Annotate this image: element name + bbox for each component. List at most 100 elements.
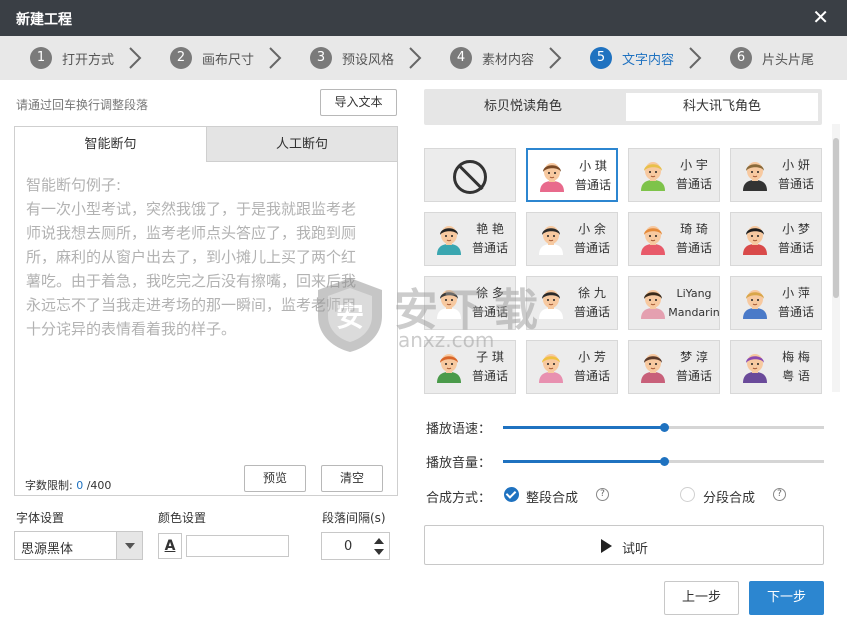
step-6[interactable]: 6 片头片尾 xyxy=(730,47,814,69)
import-text-button[interactable]: 导入文本 xyxy=(320,89,397,116)
voice-card[interactable]: 小 萍普通话 xyxy=(730,276,822,330)
voice-language-text: 普通话 xyxy=(777,305,814,319)
voice-language-text: 普通话 xyxy=(471,305,508,319)
voice-language-text: 普通话 xyxy=(573,369,610,383)
listen-button[interactable]: 试听 xyxy=(424,525,824,565)
step-number: 5 xyxy=(590,47,612,69)
voice-name: 徐 多普通话 xyxy=(465,284,515,322)
paragraph-spacing-stepper[interactable]: 0 xyxy=(321,532,390,560)
radio-whole-paragraph[interactable] xyxy=(504,487,519,502)
text-input-area[interactable]: 智能断句例子: 有一次小型考试，突然我饿了，于是我就跟监考老 师说我想去厕所，监… xyxy=(26,173,390,341)
step-4[interactable]: 4 素材内容 xyxy=(450,47,534,69)
voice-card[interactable]: 子 琪普通话 xyxy=(424,340,516,394)
step-label: 打开方式 xyxy=(62,52,115,68)
voice-name-text: 小 琪 xyxy=(579,159,607,173)
paragraph-hint: 请通过回车换行调整段落 xyxy=(16,98,149,112)
scrollbar-thumb[interactable] xyxy=(833,138,839,298)
voice-card[interactable]: 徐 九普通话 xyxy=(526,276,618,330)
voice-name: 艳 艳普通话 xyxy=(465,220,515,258)
voice-card[interactable]: 梦 淳普通话 xyxy=(628,340,720,394)
avatar-icon xyxy=(740,351,770,383)
help-icon[interactable]: ? xyxy=(773,488,786,501)
voice-card[interactable]: 小 妍普通话 xyxy=(730,148,822,202)
voice-name-text: 小 芳 xyxy=(578,350,606,364)
speed-slider-row: 播放语速： xyxy=(426,418,826,438)
volume-slider[interactable] xyxy=(503,457,824,466)
stepper-down-icon[interactable] xyxy=(374,549,384,555)
listen-label: 试听 xyxy=(622,542,649,557)
voice-card[interactable]: LiYang Mandarin xyxy=(628,276,720,330)
speed-slider-knob[interactable] xyxy=(660,423,669,432)
voice-name: 小 余普通话 xyxy=(567,220,617,258)
tab-manual-split[interactable]: 人工断句 xyxy=(206,127,397,162)
voice-provider-tabs: 标贝悦读角色 科大讯飞角色 xyxy=(424,89,822,125)
voice-name-text: 小 余 xyxy=(578,222,606,236)
color-setting-label: 颜色设置 xyxy=(158,511,207,525)
voice-name-text: LiYang xyxy=(676,287,712,300)
previous-step-button[interactable]: 上一步 xyxy=(664,581,739,615)
voice-card-none[interactable] xyxy=(424,148,516,202)
voice-name-text: 徐 多 xyxy=(476,286,504,300)
step-number: 2 xyxy=(170,47,192,69)
radio-split-paragraph[interactable] xyxy=(680,487,695,502)
new-project-dialog: 新建工程 ✕ 1 打开方式 2 画布尺寸 3 预设风格 4 素材内容 5 文字内… xyxy=(0,0,847,626)
voice-name: 梅 梅粤 语 xyxy=(771,348,821,386)
avatar-icon xyxy=(536,223,566,255)
volume-slider-knob[interactable] xyxy=(660,457,669,466)
avatar-icon xyxy=(434,287,464,319)
tab-biaobei-voices[interactable]: 标贝悦读角色 xyxy=(428,93,618,121)
voice-name: 小 妍普通话 xyxy=(771,156,821,194)
text-editor-panel: 智能断句 人工断句 智能断句例子: 有一次小型考试，突然我饿了，于是我就跟监考老… xyxy=(14,126,398,496)
voice-name-text: 梦 淳 xyxy=(680,350,708,364)
speed-slider[interactable] xyxy=(503,423,824,432)
step-5[interactable]: 5 文字内容 xyxy=(590,47,674,69)
font-color-icon[interactable]: A xyxy=(158,533,182,559)
step-number: 3 xyxy=(310,47,332,69)
voice-card[interactable]: 梅 梅粤 语 xyxy=(730,340,822,394)
voice-card[interactable]: 小 琪普通话 xyxy=(526,148,618,202)
voice-name: 小 萍普通话 xyxy=(771,284,821,322)
voice-card[interactable]: 小 宇普通话 xyxy=(628,148,720,202)
chevron-right-icon xyxy=(549,47,562,69)
voice-card[interactable]: 小 芳普通话 xyxy=(526,340,618,394)
no-voice-icon xyxy=(453,160,487,194)
voice-language-text: 普通话 xyxy=(573,241,610,255)
step-3[interactable]: 3 预设风格 xyxy=(310,47,394,69)
voice-name-text: 琦 琦 xyxy=(680,222,708,236)
avatar-icon xyxy=(638,159,668,191)
help-icon[interactable]: ? xyxy=(596,488,609,501)
voice-language-text: 普通话 xyxy=(573,305,610,319)
close-icon[interactable]: ✕ xyxy=(812,6,829,28)
voice-name: 小 琪普通话 xyxy=(568,157,618,195)
split-mode-tabs: 智能断句 人工断句 xyxy=(15,127,397,162)
tab-smart-split[interactable]: 智能断句 xyxy=(15,127,206,162)
voice-name-text: 子 琪 xyxy=(476,350,504,364)
voice-card[interactable]: 琦 琦普通话 xyxy=(628,212,720,266)
step-label: 预设风格 xyxy=(342,52,395,68)
font-select[interactable]: 思源黑体 xyxy=(14,531,143,560)
avatar-icon xyxy=(434,351,464,383)
voice-name: 小 梦普通话 xyxy=(771,220,821,258)
voice-language-text: 普通话 xyxy=(675,241,712,255)
tab-iflytek-voices[interactable]: 科大讯飞角色 xyxy=(626,93,818,121)
voice-name-text: 梅 梅 xyxy=(782,350,810,364)
next-step-button[interactable]: 下一步 xyxy=(749,581,824,615)
chevron-down-icon[interactable] xyxy=(116,532,142,559)
font-select-value: 思源黑体 xyxy=(21,542,74,557)
clear-button[interactable]: 清空 xyxy=(321,465,383,492)
voice-card[interactable]: 艳 艳普通话 xyxy=(424,212,516,266)
speed-label: 播放语速： xyxy=(426,422,492,437)
step-2[interactable]: 2 画布尺寸 xyxy=(170,47,254,69)
voice-grid-scrollbar[interactable] xyxy=(832,124,840,392)
whole-paragraph-label[interactable]: 整段合成 xyxy=(526,487,578,506)
voice-card[interactable]: 徐 多普通话 xyxy=(424,276,516,330)
step-1[interactable]: 1 打开方式 xyxy=(30,47,114,69)
color-input[interactable] xyxy=(186,535,289,557)
voice-card[interactable]: 小 梦普通话 xyxy=(730,212,822,266)
step-number: 1 xyxy=(30,47,52,69)
split-paragraph-label[interactable]: 分段合成 xyxy=(703,487,755,506)
preview-button[interactable]: 预览 xyxy=(244,465,306,492)
stepper-up-icon[interactable] xyxy=(374,538,384,544)
voice-card[interactable]: 小 余普通话 xyxy=(526,212,618,266)
spacing-setting-label: 段落间隔(s) xyxy=(322,511,386,525)
